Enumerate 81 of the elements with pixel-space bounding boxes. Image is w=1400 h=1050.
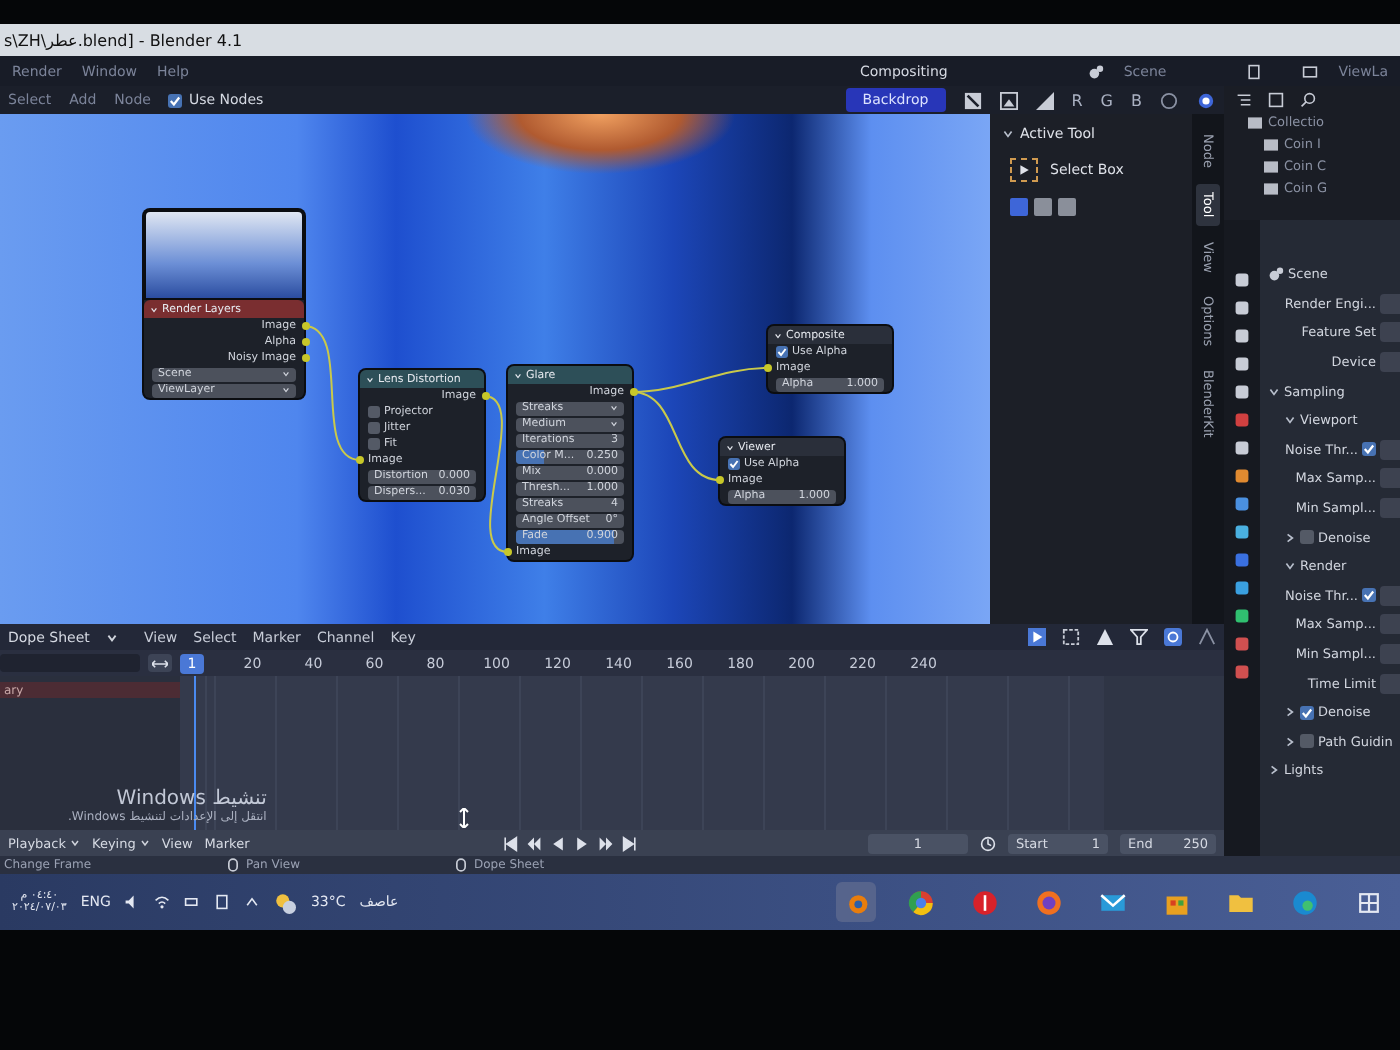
chevron-icon[interactable] [1268, 385, 1280, 398]
checkbox[interactable] [368, 406, 380, 418]
window-title: s\ZH\عطر.blend] - Blender 4.1 [4, 31, 243, 49]
image-icon [1268, 92, 1284, 108]
chevron-icon[interactable] [1284, 531, 1296, 544]
property-field[interactable] [1380, 498, 1400, 519]
filter-icon [1130, 628, 1148, 646]
battery-icon [184, 894, 201, 910]
socket-dot[interactable] [481, 392, 489, 400]
checkbox[interactable] [368, 422, 380, 434]
socket-dot[interactable] [503, 548, 511, 556]
chevron-icon[interactable] [1002, 128, 1014, 140]
channel-toggle[interactable]: G [1100, 91, 1113, 109]
search-icon [1300, 92, 1316, 108]
display-mode-icon [1236, 92, 1252, 108]
chevron-icon [726, 443, 734, 451]
sync-icon [1164, 628, 1182, 646]
socket-dot[interactable] [629, 388, 637, 396]
jump-start-icon [501, 835, 518, 851]
checkbox[interactable] [1300, 705, 1314, 720]
frame-icon [1062, 628, 1080, 646]
chevron-icon[interactable] [1284, 706, 1296, 719]
chevron-icon [774, 331, 782, 339]
cursor-icon [1028, 628, 1046, 646]
checkbox[interactable] [368, 438, 380, 450]
weather-icon [274, 891, 297, 913]
socket-dot[interactable] [301, 354, 309, 362]
view-layer-icon [1302, 63, 1319, 79]
socket-dot[interactable] [355, 456, 363, 464]
property-field[interactable] [1380, 585, 1400, 606]
select-box-icon[interactable] [1010, 158, 1038, 182]
caret-icon[interactable] [105, 631, 118, 643]
mouse-icon [228, 858, 238, 872]
swap-button[interactable] [148, 654, 172, 672]
property-field[interactable] [1380, 439, 1400, 460]
overlay-icon [1196, 91, 1216, 109]
property-field[interactable] [1380, 322, 1400, 343]
image-icon [999, 91, 1018, 109]
property-field[interactable] [1380, 293, 1400, 314]
caret-icon[interactable] [139, 838, 150, 848]
checkbox[interactable] [728, 458, 740, 470]
clock-icon [980, 835, 996, 851]
checkbox[interactable] [1362, 442, 1376, 457]
property-field[interactable] [1380, 614, 1400, 635]
next-keyframe-icon [597, 835, 614, 851]
checkbox[interactable] [1362, 588, 1376, 603]
caret-icon[interactable] [70, 838, 81, 848]
checkbox[interactable] [776, 346, 788, 358]
checkbox[interactable] [1300, 734, 1314, 749]
property-field[interactable] [1380, 468, 1400, 489]
scene-icon [1268, 266, 1284, 283]
caret-icon[interactable] [244, 894, 261, 910]
previous-keyframe-icon [525, 835, 542, 851]
property-field[interactable] [1380, 673, 1400, 694]
channel-toggle[interactable]: B [1131, 91, 1142, 109]
socket-dot[interactable] [715, 476, 723, 484]
jump-end-icon [621, 835, 638, 851]
chevron-icon [514, 371, 522, 379]
wifi-icon [154, 894, 171, 910]
resize-cursor-icon [458, 808, 470, 828]
play-reverse-icon [549, 835, 566, 851]
socket-dot[interactable] [301, 322, 309, 330]
mouse-icon [456, 858, 466, 872]
warning-icon [1096, 628, 1114, 646]
chevron-icon[interactable] [1284, 560, 1296, 573]
chevron-icon [366, 375, 374, 383]
socket-dot[interactable] [763, 364, 771, 372]
play-icon [573, 835, 590, 851]
scene-icon [1087, 63, 1104, 79]
checkbox[interactable] [1300, 530, 1314, 545]
chevron-icon[interactable] [1284, 735, 1296, 748]
checkbox[interactable] [168, 93, 183, 107]
property-field[interactable] [1380, 352, 1400, 373]
graph-icon [1198, 628, 1216, 646]
channel-toggle[interactable]: R [1071, 91, 1083, 109]
chevron-icon[interactable] [1268, 764, 1280, 777]
property-field[interactable] [1380, 644, 1400, 665]
device-icon [214, 894, 231, 910]
chevron-icon [150, 305, 158, 313]
chevron-icon[interactable] [1284, 414, 1296, 427]
socket-dot[interactable] [301, 338, 309, 346]
